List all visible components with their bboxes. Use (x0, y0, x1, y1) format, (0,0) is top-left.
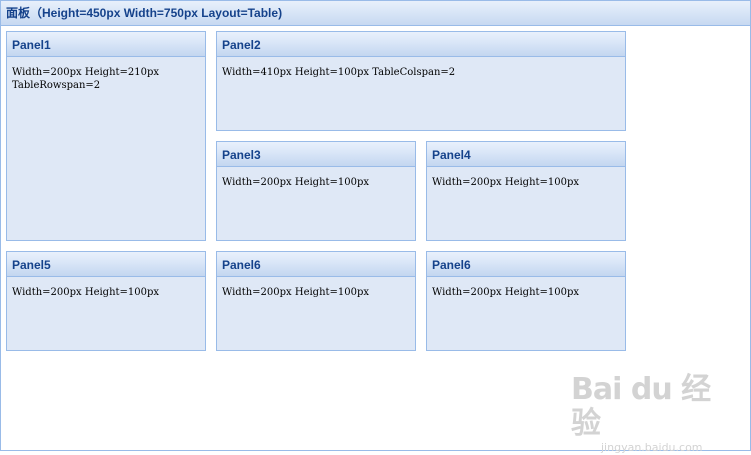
panel-5-body: Width=200px Height=100px (12, 287, 160, 298)
panel-4: Panel4 Width=200px Height=100px (426, 141, 626, 241)
panel-7: Panel6 Width=200px Height=100px (426, 251, 626, 351)
panel-6-title: Panel6 (217, 252, 415, 277)
panel-6: Panel6 Width=200px Height=100px (216, 251, 416, 351)
panel-6-body: Width=200px Height=100px (222, 287, 370, 298)
panel-5-title: Panel5 (7, 252, 205, 277)
panel-2-title: Panel2 (217, 32, 625, 57)
panel-3-title: Panel3 (217, 142, 415, 167)
watermark-logo: Bai du 经验 (571, 372, 711, 441)
panel-1-body: Width=200px Height=210px TableRowspan=2 (12, 67, 160, 91)
watermark-url: jingyan.baidu.com (601, 441, 703, 454)
panel-3-body: Width=200px Height=100px (222, 177, 370, 188)
panel-4-body: Width=200px Height=100px (432, 177, 580, 188)
panel-2-body: Width=410px Height=100px TableColspan=2 (222, 67, 456, 78)
panel-3: Panel3 Width=200px Height=100px (216, 141, 416, 241)
panel-2: Panel2 Width=410px Height=100px TableCol… (216, 31, 626, 131)
panel-7-body: Width=200px Height=100px (432, 287, 580, 298)
panel-1-title: Panel1 (7, 32, 205, 57)
panel-7-title: Panel6 (427, 252, 625, 277)
panel-1: Panel1 Width=200px Height=210px TableRow… (6, 31, 206, 241)
outer-panel-title: 面板（Height=450px Width=750px Layout=Table… (1, 1, 750, 26)
baidu-watermark: Bai du 经验 jingyan.baidu.com (571, 373, 711, 455)
panel-5: Panel5 Width=200px Height=100px (6, 251, 206, 351)
panel-4-title: Panel4 (427, 142, 625, 167)
